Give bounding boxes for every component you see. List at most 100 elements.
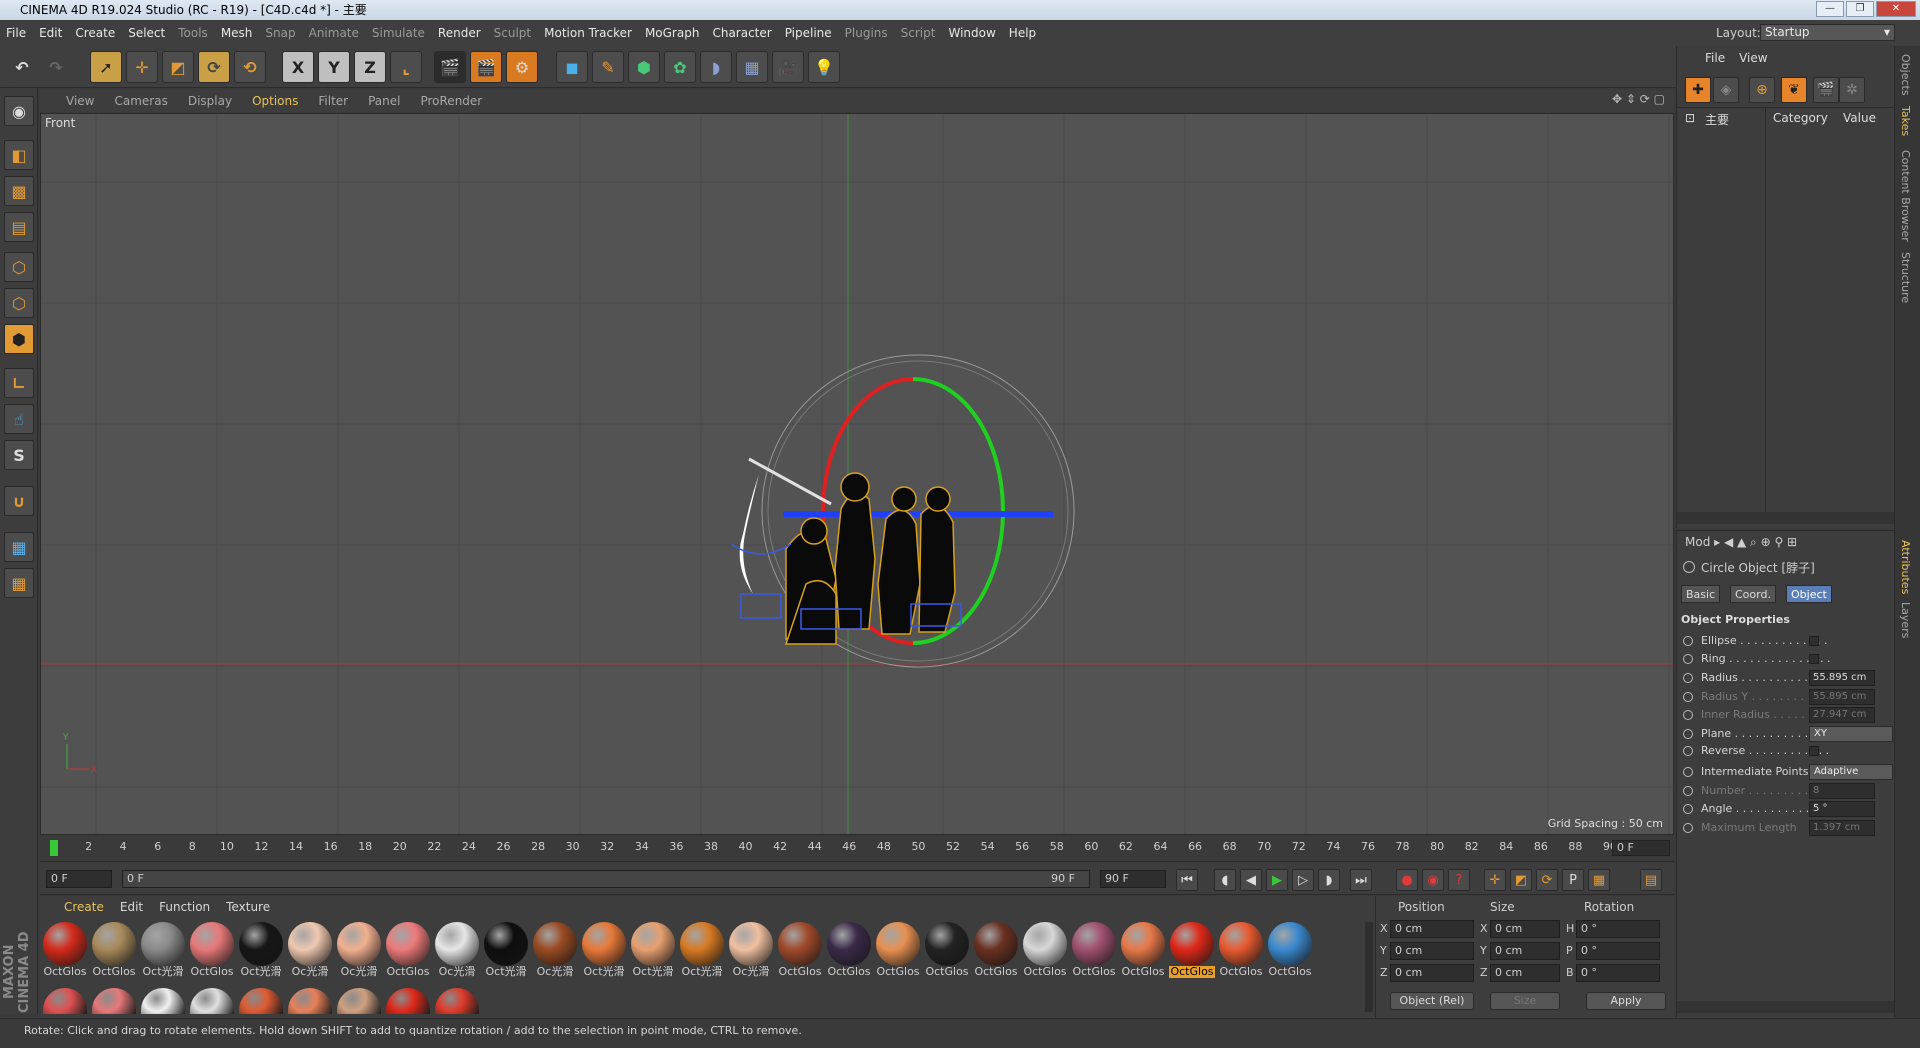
workplane-mode-icon[interactable]: ▤: [4, 212, 34, 242]
attribute-tab-coord[interactable]: Coord.: [1730, 585, 1776, 603]
record-position-icon[interactable]: ✛: [1484, 869, 1506, 891]
material-swatch[interactable]: Oct光滑: [679, 922, 725, 980]
make-editable-icon[interactable]: ◉: [4, 96, 34, 126]
lock-workplane-icon[interactable]: ▦: [4, 532, 34, 562]
side-tab-layers[interactable]: Layers: [1899, 602, 1912, 638]
material-swatch[interactable]: OctGlos: [1169, 922, 1215, 980]
menu-sculpt[interactable]: Sculpt: [494, 26, 531, 40]
attribute-value-field[interactable]: 27.947 cm: [1809, 707, 1875, 723]
viewport-front[interactable]: Y X Front Grid Spacing : 50 cm: [40, 113, 1674, 835]
rotate-tool-icon[interactable]: ⟳: [198, 51, 230, 83]
animate-keyframe-icon[interactable]: [1683, 823, 1693, 833]
edges-mode-icon[interactable]: ⬡: [4, 288, 34, 318]
record-scale-icon[interactable]: ◩: [1510, 869, 1532, 891]
material-menu-create[interactable]: Create: [64, 900, 104, 914]
viewport-menu-prorender[interactable]: ProRender: [420, 94, 482, 108]
tweak-mode-icon[interactable]: ☝: [4, 404, 34, 434]
menu-render[interactable]: Render: [438, 26, 481, 40]
takes-lock-icon[interactable]: ✲: [1839, 77, 1865, 103]
attribute-value-field[interactable]: 8: [1809, 783, 1875, 799]
attribute-checkbox[interactable]: [1809, 746, 1819, 756]
material-swatch[interactable]: Oct光滑: [581, 922, 627, 980]
material-swatch[interactable]: [189, 988, 235, 1018]
size-mode-select[interactable]: Size: [1490, 992, 1560, 1010]
material-scrollbar[interactable]: [1365, 922, 1373, 1012]
side-tab-takes[interactable]: Takes: [1899, 106, 1912, 136]
viewport-menu-options[interactable]: Options: [252, 94, 298, 108]
menu-file[interactable]: File: [6, 26, 26, 40]
record-parameter-icon[interactable]: P: [1562, 869, 1584, 891]
redo-icon[interactable]: ↷: [40, 51, 72, 83]
play-forward-icon[interactable]: ▶: [1266, 869, 1288, 891]
object-menu-view[interactable]: View: [1739, 51, 1767, 65]
material-swatch[interactable]: Oc光滑: [728, 922, 774, 980]
apply-button[interactable]: Apply: [1586, 992, 1666, 1010]
record-active-objects-icon[interactable]: ●: [1396, 869, 1418, 891]
animate-keyframe-icon[interactable]: [1683, 786, 1693, 796]
side-tab-structure[interactable]: Structure: [1899, 252, 1912, 303]
preview-range-slider[interactable]: 0 F 90 F: [122, 870, 1090, 888]
undo-icon[interactable]: ↶: [6, 51, 38, 83]
takes-add-icon[interactable]: ✚: [1685, 77, 1711, 103]
menu-create[interactable]: Create: [75, 26, 115, 40]
scale-tool-icon[interactable]: ◩: [162, 51, 194, 83]
animate-keyframe-icon[interactable]: [1683, 804, 1693, 814]
material-swatch[interactable]: OctGlos: [385, 922, 431, 980]
material-swatch[interactable]: Oc光滑: [434, 922, 480, 980]
keyframe-selection-icon[interactable]: ?: [1448, 869, 1470, 891]
category-column-header[interactable]: Category: [1773, 111, 1828, 125]
material-swatch[interactable]: OctGlos: [91, 922, 137, 980]
material-swatch[interactable]: OctGlos: [1218, 922, 1264, 980]
render-view-icon[interactable]: 🎬: [434, 51, 466, 83]
menu-simulate[interactable]: Simulate: [372, 26, 425, 40]
polygons-mode-icon[interactable]: ⬢: [4, 324, 34, 354]
side-tab-attributes[interactable]: Attributes: [1899, 540, 1912, 594]
animate-keyframe-icon[interactable]: [1683, 673, 1693, 683]
material-swatch[interactable]: OctGlos: [973, 922, 1019, 980]
material-swatch[interactable]: Oct光滑: [483, 922, 529, 980]
deformer-icon[interactable]: ◗: [700, 51, 732, 83]
camera-icon[interactable]: 🎥: [772, 51, 804, 83]
takes-auto-icon[interactable]: ❦: [1781, 77, 1807, 103]
start-frame-field[interactable]: 0 F: [46, 870, 112, 888]
autokeying-icon[interactable]: ◉: [1422, 869, 1444, 891]
move-tool-icon[interactable]: ✛: [126, 51, 158, 83]
points-mode-icon[interactable]: ⬡: [4, 252, 34, 282]
material-swatch[interactable]: Oc光滑: [336, 922, 382, 980]
material-swatch[interactable]: Oct光滑: [140, 922, 186, 980]
attribute-value-field[interactable]: 5 °: [1809, 801, 1875, 817]
light-icon[interactable]: 💡: [808, 51, 840, 83]
live-selection-tool-icon[interactable]: ➚: [90, 51, 122, 83]
material-swatch[interactable]: Oc光滑: [532, 922, 578, 980]
close-button[interactable]: ✕: [1876, 1, 1916, 17]
model-mode-icon[interactable]: ◧: [4, 140, 34, 170]
material-menu-function[interactable]: Function: [159, 900, 210, 914]
record-rotation-icon[interactable]: ⟳: [1536, 869, 1558, 891]
next-key-icon[interactable]: ◗: [1318, 869, 1340, 891]
record-pla-icon[interactable]: ▦: [1588, 869, 1610, 891]
material-swatch[interactable]: [42, 988, 88, 1018]
material-swatch[interactable]: OctGlos: [189, 922, 235, 980]
layout-select[interactable]: Startup ▾: [1760, 24, 1895, 41]
material-swatch[interactable]: [385, 988, 431, 1018]
animate-keyframe-icon[interactable]: [1683, 692, 1693, 702]
menu-window[interactable]: Window: [948, 26, 995, 40]
z-axis-lock-icon[interactable]: Z: [354, 51, 386, 83]
tree-item-main[interactable]: 主要: [1705, 111, 1729, 128]
column-divider[interactable]: [1765, 108, 1766, 518]
material-menu-edit[interactable]: Edit: [120, 900, 143, 914]
attribute-value-field[interactable]: 55.895 cm: [1809, 670, 1875, 686]
attribute-tab-object[interactable]: Object: [1786, 585, 1832, 603]
go-to-start-icon[interactable]: ⏮: [1176, 869, 1198, 891]
viewport-menu-panel[interactable]: Panel: [368, 94, 400, 108]
attribute-tab-basic[interactable]: Basic: [1681, 585, 1721, 603]
size-x-field[interactable]: 0 cm: [1490, 920, 1560, 938]
menu-select[interactable]: Select: [128, 26, 165, 40]
animate-keyframe-icon[interactable]: [1683, 746, 1693, 756]
attribute-value-field[interactable]: 55.895 cm: [1809, 689, 1875, 705]
animate-keyframe-icon[interactable]: [1683, 729, 1693, 739]
material-swatch[interactable]: [287, 988, 333, 1018]
playhead-marker[interactable]: [50, 840, 58, 856]
material-swatch[interactable]: OctGlos: [42, 922, 88, 980]
pen-spline-icon[interactable]: ✎: [592, 51, 624, 83]
